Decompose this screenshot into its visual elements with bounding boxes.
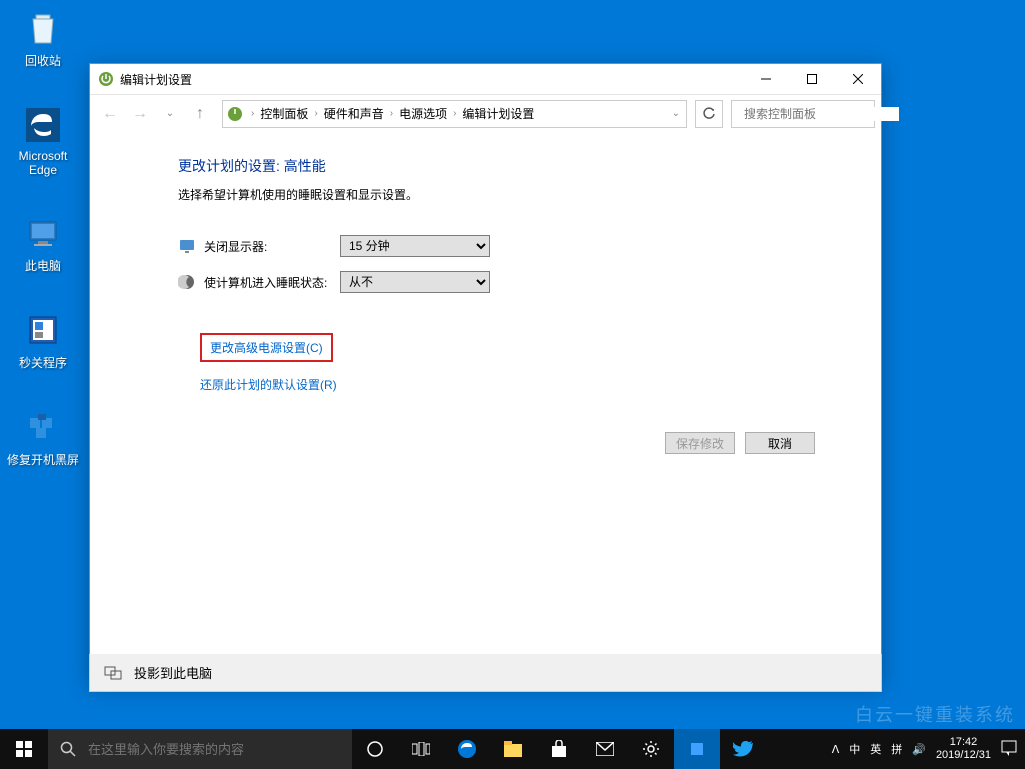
tray-chevron-icon[interactable]: ᐱ [832,743,840,756]
taskbar-search-input[interactable] [88,742,340,757]
display-off-select[interactable]: 15 分钟 [340,235,490,257]
project-label: 投影到此电脑 [134,663,212,682]
chevron-right-icon: › [249,108,256,119]
tray-lang2[interactable]: 英 [870,741,881,757]
up-button[interactable]: ↑ [186,100,214,128]
watermark-text: 白云一键重装系统 [855,701,1015,727]
system-tray: ᐱ 中 英 拼 🔊 17:42 2019/12/31 [824,736,1025,762]
tray-ime[interactable]: 拼 [891,741,902,757]
desktop-icon-edge[interactable]: Microsoft Edge [5,105,81,177]
chevron-down-icon[interactable]: ⌄ [670,108,682,119]
desktop-icon-this-pc[interactable]: 此电脑 [5,213,81,274]
search-box[interactable] [731,100,875,128]
quick-close-icon [23,310,63,350]
taskbar: ᐱ 中 英 拼 🔊 17:42 2019/12/31 [0,729,1025,769]
volume-icon[interactable]: 🔊 [912,743,926,756]
power-icon [227,106,243,122]
desktop-icon-label: Microsoft Edge [5,149,81,177]
search-input[interactable] [744,107,899,121]
chevron-right-icon: › [388,108,395,119]
cortana-icon[interactable] [352,729,398,769]
notifications-icon[interactable] [1001,740,1017,759]
maximize-button[interactable] [789,64,835,94]
setting-display-off: 关闭显示器: 15 分钟 [178,235,847,257]
chevron-right-icon: › [451,108,458,119]
start-button[interactable] [0,729,48,769]
page-description: 选择希望计算机使用的睡眠设置和显示设置。 [178,186,847,203]
minimize-button[interactable] [743,64,789,94]
settings-window-slice[interactable]: 投影到此电脑 [89,654,882,692]
setting-label: 关闭显示器: [204,238,340,255]
setting-sleep: 使计算机进入睡眠状态: 从不 [178,271,847,293]
desktop-icon-label: 此电脑 [25,257,61,274]
twitter-icon[interactable] [720,729,766,769]
titlebar[interactable]: 编辑计划设置 [90,64,881,94]
clock[interactable]: 17:42 2019/12/31 [936,736,991,762]
save-button[interactable]: 保存修改 [665,432,735,454]
cancel-button[interactable]: 取消 [745,432,815,454]
window-title: 编辑计划设置 [120,71,743,88]
restore-defaults-link[interactable]: 还原此计划的默认设置(R) [200,378,337,392]
content-area: 更改计划的设置: 高性能 选择希望计算机使用的睡眠设置和显示设置。 关闭显示器:… [90,132,881,683]
power-icon [98,71,114,87]
setting-label: 使计算机进入睡眠状态: [204,274,340,291]
page-title: 更改计划的设置: 高性能 [178,156,847,176]
moon-icon [178,273,196,291]
desktop-icon-quick-close[interactable]: 秒关程序 [5,310,81,371]
tray-lang1[interactable]: 中 [849,741,860,757]
edge-taskbar-icon[interactable] [444,729,490,769]
breadcrumb-hardware[interactable]: 硬件和声音 [320,105,388,122]
settings-taskbar-icon[interactable] [628,729,674,769]
refresh-button[interactable] [695,100,723,128]
desktop-icon-label: 修复开机黑屏 [7,451,79,468]
desktop-icon-label: 回收站 [25,52,61,69]
fix-blackscreen-icon [23,407,63,447]
search-icon [60,741,76,757]
breadcrumb[interactable]: › 控制面板 › 硬件和声音 › 电源选项 › 编辑计划设置 ⌄ [222,100,687,128]
monitor-icon [178,237,196,255]
back-button[interactable]: ← [96,100,124,128]
file-explorer-icon[interactable] [490,729,536,769]
recent-dropdown[interactable]: ⌄ [156,100,184,128]
app-taskbar-icon[interactable] [674,729,720,769]
forward-button[interactable]: → [126,100,154,128]
breadcrumb-power[interactable]: 电源选项 [395,105,451,122]
store-icon[interactable] [536,729,582,769]
breadcrumb-control-panel[interactable]: 控制面板 [256,105,312,122]
chevron-right-icon: › [312,108,319,119]
edge-icon [23,105,63,145]
desktop-icon-fix-blackscreen[interactable]: 修复开机黑屏 [5,407,81,468]
advanced-power-settings-link[interactable]: 更改高级电源设置(C) [200,333,333,362]
navigation-bar: ← → ⌄ ↑ › 控制面板 › 硬件和声音 › 电源选项 › 编辑计划设置 ⌄ [90,94,881,132]
computer-icon [23,213,63,253]
taskbar-search[interactable] [48,729,352,769]
task-view-icon[interactable] [398,729,444,769]
close-button[interactable] [835,64,881,94]
sleep-select[interactable]: 从不 [340,271,490,293]
project-icon [104,664,122,682]
desktop-icon-label: 秒关程序 [19,354,67,371]
recycle-bin-icon [23,8,63,48]
breadcrumb-edit-plan[interactable]: 编辑计划设置 [458,105,538,122]
control-panel-window: 编辑计划设置 ← → ⌄ ↑ › 控制面板 › 硬件和声音 › 电源选项 › 编… [89,63,882,684]
mail-icon[interactable] [582,729,628,769]
desktop-icon-recycle-bin[interactable]: 回收站 [5,8,81,69]
